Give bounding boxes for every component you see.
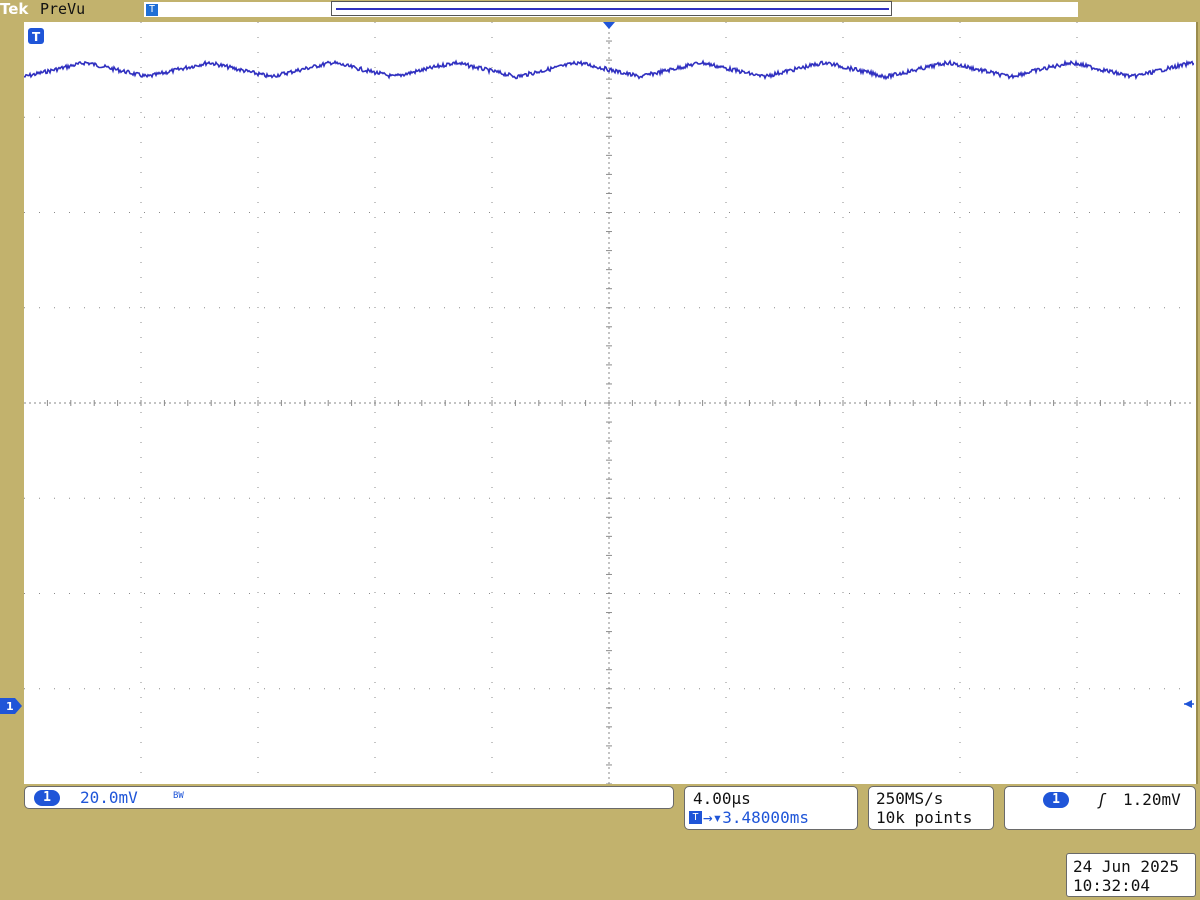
- channel-1-ground-label: 1: [6, 700, 14, 713]
- date: 24 Jun 2025: [1073, 857, 1179, 876]
- top-status-bar: Tek PreVu T: [0, 0, 1200, 22]
- trigger-delay-icon: T: [689, 811, 702, 824]
- waveform-display[interactable]: T: [24, 22, 1198, 784]
- date-time-readout: 24 Jun 2025 10:32:04: [1066, 853, 1196, 897]
- trigger-level: 1.20mV: [1123, 790, 1181, 809]
- acquisition-readout[interactable]: 250MS/s 10k points: [868, 786, 994, 830]
- timebase-readout[interactable]: 4.00µs T →▾3.48000ms: [684, 786, 858, 830]
- graticule-svg: T: [24, 22, 1194, 784]
- record-view-waveform-line: [336, 8, 889, 10]
- channel-1-scale: 20.0mV: [80, 788, 138, 807]
- horizontal-delay: →▾3.48000ms: [703, 808, 809, 827]
- acquisition-state: PreVu: [40, 0, 86, 18]
- channel-1-readout[interactable]: 1 20.0mV BW: [24, 786, 674, 809]
- horizontal-scale: 4.00µs: [693, 789, 751, 808]
- channel-1-badge: 1: [34, 790, 60, 806]
- trigger-t-marker-label: T: [32, 30, 41, 44]
- trigger-position-marker: [603, 22, 615, 29]
- sample-rate: 250MS/s: [876, 789, 944, 808]
- channel-1-ground-marker[interactable]: 1: [0, 698, 22, 714]
- rising-edge-icon: ʃ: [1097, 790, 1107, 809]
- tek-logo: Tek: [0, 0, 29, 18]
- bandwidth-limit-icon: BW: [173, 791, 184, 801]
- trigger-source-badge: 1: [1043, 792, 1069, 808]
- time: 10:32:04: [1073, 876, 1151, 895]
- trigger-position-icon: T: [146, 4, 158, 16]
- record-length: 10k points: [876, 808, 973, 827]
- trigger-readout[interactable]: 1 ʃ 1.20mV: [1004, 786, 1196, 830]
